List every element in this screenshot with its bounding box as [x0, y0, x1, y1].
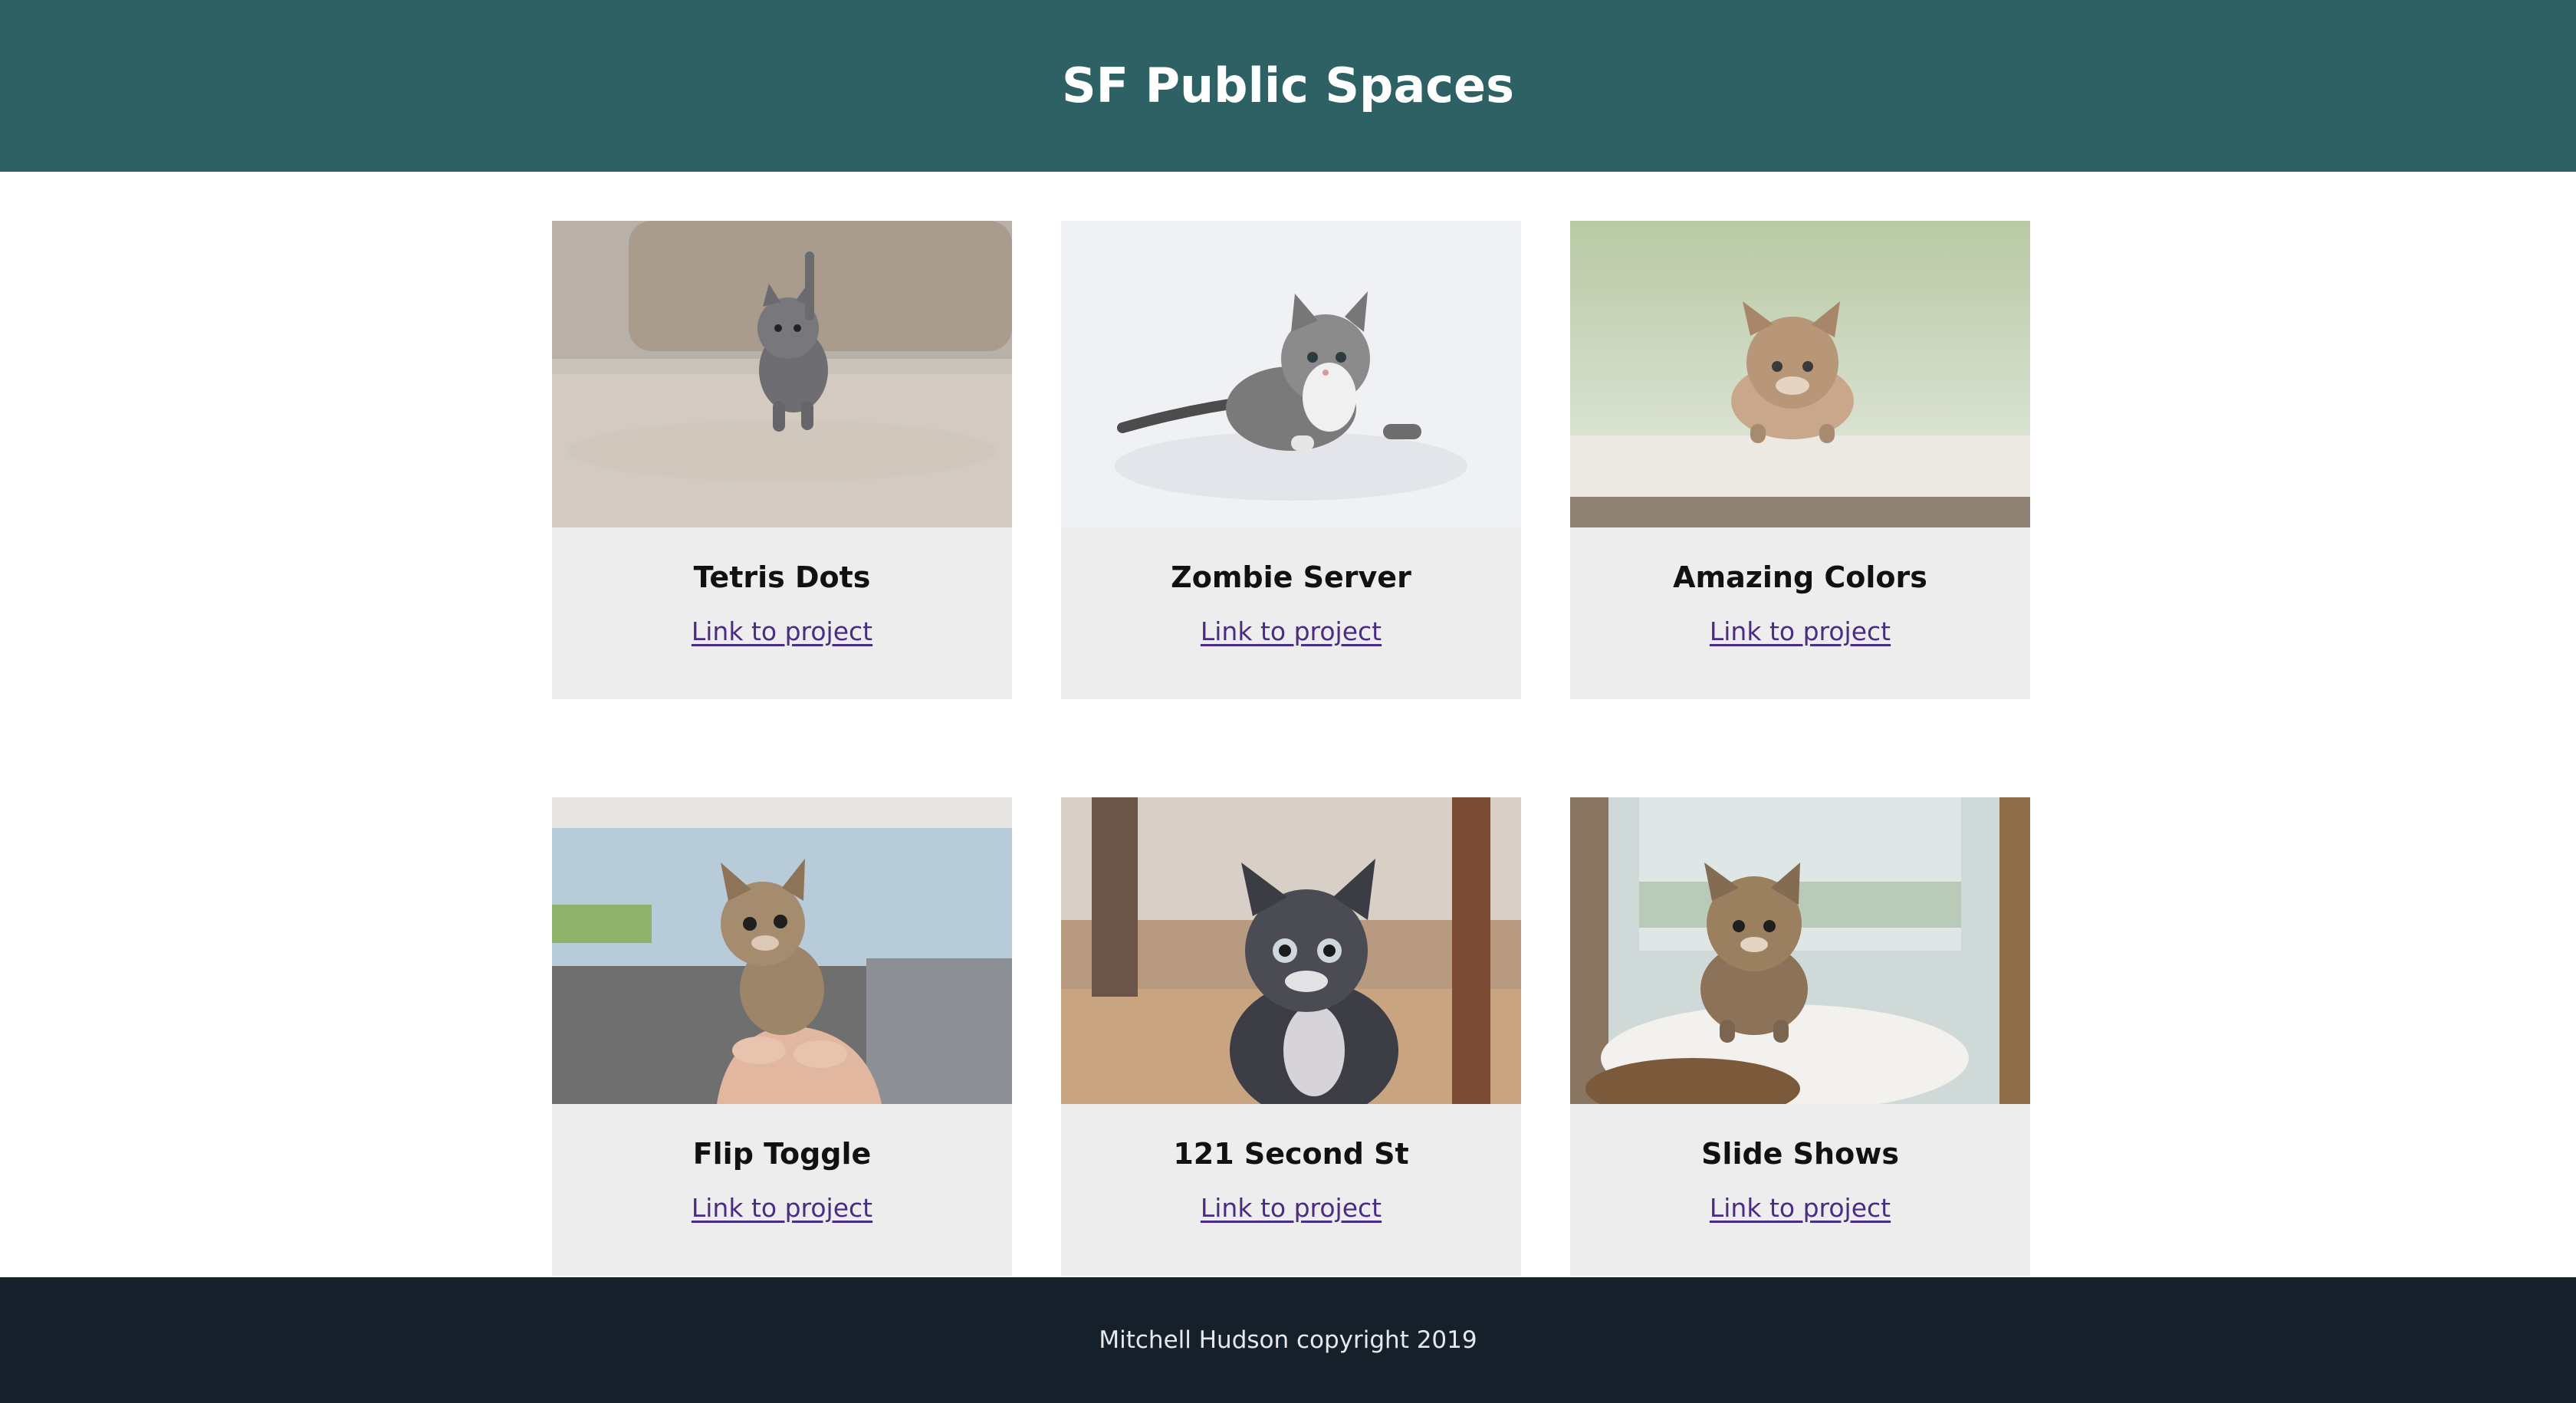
project-card: Slide Shows Link to project [1570, 797, 2030, 1276]
project-card: Zombie Server Link to project [1061, 221, 1521, 699]
project-card: Amazing Colors Link to project [1570, 221, 2030, 699]
project-link[interactable]: Link to project [1061, 619, 1521, 644]
footer-copyright: Mitchell Hudson copyright 2019 [1099, 1326, 1477, 1354]
card-title: Flip Toggle [692, 1137, 872, 1171]
project-link[interactable]: Link to project [552, 1195, 1012, 1221]
card-title: Tetris Dots [693, 560, 871, 594]
card-title: Amazing Colors [1673, 560, 1927, 594]
project-card: Tetris Dots Link to project [552, 221, 1012, 699]
site-footer: Mitchell Hudson copyright 2019 [0, 1277, 2576, 1403]
page-title: SF Public Spaces [1062, 58, 1514, 113]
project-link[interactable]: Link to project [1061, 1195, 1521, 1221]
kitten-photo [1061, 797, 1521, 1104]
project-link[interactable]: Link to project [1570, 619, 2030, 644]
project-card: 121 Second St Link to project [1061, 797, 1521, 1276]
project-card: Flip Toggle Link to project [552, 797, 1012, 1276]
project-link[interactable]: Link to project [552, 619, 1012, 644]
kitten-photo [552, 797, 1012, 1104]
kitten-photo [1570, 797, 2030, 1104]
kitten-photo [1061, 221, 1521, 527]
kitten-photo [1570, 221, 2030, 527]
project-link[interactable]: Link to project [1570, 1195, 2030, 1221]
project-grid: Tetris Dots Link to project Zombie Serve… [552, 221, 2031, 1276]
site-header: SF Public Spaces [0, 0, 2576, 172]
card-title: Zombie Server [1171, 560, 1411, 594]
card-title: Slide Shows [1701, 1137, 1899, 1171]
card-title: 121 Second St [1173, 1137, 1409, 1171]
kitten-photo [552, 221, 1012, 527]
